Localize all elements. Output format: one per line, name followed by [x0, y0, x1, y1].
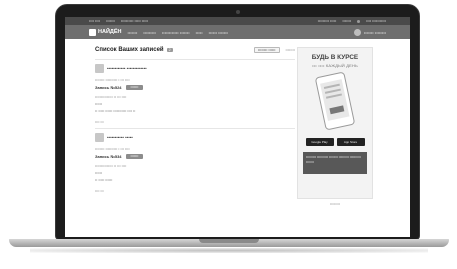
- status-badge: •••••••: [125, 85, 144, 90]
- record-row: Запись №534 •••••••: [95, 154, 295, 159]
- records-list: Список Ваших записей 2 •••••••• •••••• •…: [95, 45, 295, 193]
- site-header: НАЙДЁН ••••••• ••••••••• •••••••••••• ••…: [65, 25, 410, 39]
- ad-subtitle: ••• •••• КАЖДЫЙ ДЕНЬ: [312, 63, 358, 69]
- phone-screen-button: [329, 105, 345, 115]
- phone-image: [314, 71, 356, 131]
- record-info: •••••••• •••••••••• • ••• ••••: [95, 147, 130, 151]
- user-menu[interactable]: ••••••• ••••••••: [353, 28, 386, 36]
- nav-item-1[interactable]: •••••••: [127, 30, 137, 35]
- camera-icon: [236, 10, 240, 14]
- page-title: Список Ваших записей: [95, 47, 164, 53]
- promo-text-box: ••••••••• •••••••••• •••••••• ••••••••• …: [303, 152, 367, 175]
- record-info: •••••••• •••••••••• • ••• ••••: [95, 78, 130, 82]
- record-line: •• ••••• •••••• ••••••••••• •••• ••: [95, 109, 136, 113]
- pet-photo[interactable]: [95, 133, 104, 142]
- avatar: [353, 28, 361, 36]
- nav-item-4[interactable]: •••••: [196, 30, 203, 35]
- top-right-link-1[interactable]: ••••••••• •••••: [318, 19, 337, 23]
- record-line: •• ••••• ••••••: [95, 178, 113, 182]
- phone-screen: [320, 79, 350, 122]
- nav-item-3[interactable]: •••••••••••• •••••••: [162, 30, 190, 35]
- logo-text: НАЙДЁН: [98, 29, 122, 35]
- user-name: ••••••• ••••••••: [363, 29, 386, 35]
- laptop-notch: [199, 239, 259, 243]
- more-link[interactable]: •••• •••: [95, 120, 295, 124]
- record-card: •••••••••••• ••••••••••••• •••••••• ••••…: [95, 59, 295, 124]
- nav-item-2[interactable]: •••••••••: [143, 30, 156, 35]
- laptop-frame: •••• •••• ••••••• •••••••••• ••••• •••••…: [0, 0, 457, 269]
- record-line: ••••••••••••••• •• ••• ••••: [95, 164, 127, 168]
- logo-icon: [89, 28, 96, 36]
- ad-caption: •••••••••: [329, 202, 341, 206]
- record-line: ••••••: [95, 171, 103, 175]
- pet-name[interactable]: •••••••••••• •••••••••••••: [107, 66, 147, 71]
- record-line: ••••••: [95, 102, 103, 106]
- ad-title: БУДЬ В КУРСЕ: [311, 54, 359, 61]
- top-link-2[interactable]: •••••••: [106, 19, 115, 23]
- user-dot-icon: [357, 19, 361, 23]
- phone-screen-bar: [325, 93, 342, 100]
- pet-row: •••••••••••• •••••••••••••: [95, 64, 295, 73]
- list-link[interactable]: ••••••••: [286, 48, 296, 52]
- top-link-3[interactable]: •••••••••• ••••• •••••: [121, 19, 148, 23]
- more-link[interactable]: •••• •••: [95, 189, 295, 193]
- pet-name[interactable]: ••••••••••• •••••: [107, 135, 133, 140]
- record-id[interactable]: Запись №534: [95, 154, 122, 159]
- add-record-button[interactable]: •••••••• ••••••: [253, 47, 280, 53]
- top-right-link-3[interactable]: •••• •••••••••••: [366, 19, 386, 23]
- screen: •••• •••• ••••••• •••••••••• ••••• •••••…: [65, 17, 410, 237]
- ad-block[interactable]: БУДЬ В КУРСЕ ••• •••• КАЖДЫЙ ДЕНЬ Google…: [297, 47, 373, 199]
- record-card: ••••••••••• ••••• •••••••• •••••••••• • …: [95, 128, 295, 193]
- store-badges: Google Play App Store: [305, 138, 365, 147]
- pet-row: ••••••••••• •••••: [95, 133, 295, 142]
- status-badge: •••••••: [125, 154, 144, 159]
- site-logo[interactable]: НАЙДЁН: [89, 28, 122, 36]
- top-bar: •••• •••• ••••••• •••••••••• ••••• •••••…: [65, 17, 410, 25]
- app-promo-banner: БУДЬ В КУРСЕ ••• •••• КАЖДЫЙ ДЕНЬ Google…: [297, 47, 373, 206]
- laptop-shadow: [30, 248, 428, 253]
- top-right-link-2[interactable]: •••••••: [342, 19, 351, 23]
- record-id[interactable]: Запись №524: [95, 85, 122, 90]
- list-header: Список Ваших записей 2 •••••••• •••••• •…: [95, 45, 295, 55]
- count-badge: 2: [166, 48, 173, 52]
- google-play-badge[interactable]: Google Play: [305, 138, 334, 147]
- top-link-1[interactable]: •••• ••••: [89, 19, 100, 23]
- pet-photo[interactable]: [95, 64, 104, 73]
- nav-item-5[interactable]: •••••• •••••••: [209, 30, 228, 35]
- record-row: Запись №524 •••••••: [95, 85, 295, 90]
- app-store-badge[interactable]: App Store: [336, 138, 365, 147]
- record-line: ••••••••••••••• •• ••• ••••: [95, 95, 127, 99]
